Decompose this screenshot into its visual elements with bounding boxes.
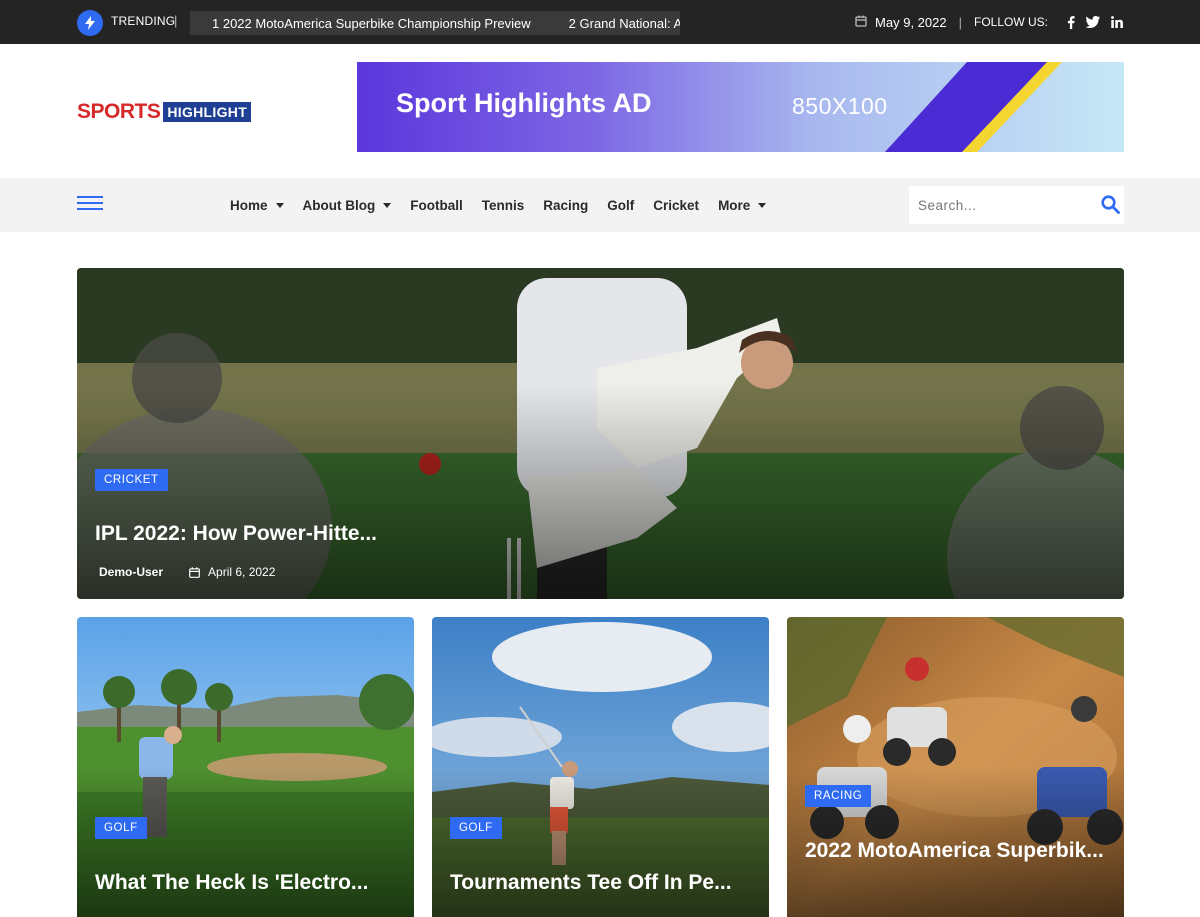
nav-item-about-blog[interactable]: About Blog xyxy=(303,198,392,213)
post-card[interactable]: RACING 2022 MotoAmerica Superbik... xyxy=(787,617,1124,917)
main-navbar: Home About Blog Football Tennis Racing G… xyxy=(0,178,1200,232)
nav-item-label: Racing xyxy=(543,197,589,213)
calendar-icon xyxy=(189,566,200,578)
trending-label: TRENDING xyxy=(111,14,176,28)
ticker-item[interactable]: 1 2022 MotoAmerica Superbike Championshi… xyxy=(212,16,531,31)
divider: | xyxy=(174,13,178,28)
ticker-item[interactable]: 2 Grand National: A xyxy=(569,16,680,31)
hero-image xyxy=(77,268,1124,599)
post-title[interactable]: What The Heck Is 'Electro... xyxy=(95,867,405,898)
post-card[interactable]: GOLF What The Heck Is 'Electro... xyxy=(77,617,414,917)
nav-item-label: Home xyxy=(230,197,268,213)
nav-item-label: Tennis xyxy=(481,197,525,213)
post-date: April 6, 2022 xyxy=(208,565,276,579)
category-badge[interactable]: RACING xyxy=(805,785,872,807)
nav-item-label: Football xyxy=(410,197,463,213)
ad-size: 850X100 xyxy=(792,93,888,119)
twitter-icon[interactable] xyxy=(1086,16,1100,28)
search-input[interactable] xyxy=(909,187,1089,223)
post-image xyxy=(787,617,1124,917)
nav-item-more[interactable]: More xyxy=(718,197,767,213)
logo-text-sports: SPORTS xyxy=(77,100,161,123)
calendar-icon xyxy=(855,15,867,30)
site-logo[interactable]: SPORTS HIGHLIGHT xyxy=(77,100,252,124)
hero-post[interactable]: CRICKET IPL 2022: How Power-Hitte... Dem… xyxy=(77,268,1124,599)
nav-item-label: About Blog xyxy=(302,197,376,213)
bolt-icon xyxy=(77,10,103,36)
divider: | xyxy=(958,14,962,30)
linkedin-icon[interactable] xyxy=(1111,16,1123,28)
menu-icon[interactable] xyxy=(77,196,103,214)
main-nav: Home About Blog Football Tennis Racing G… xyxy=(230,178,785,232)
nav-item-label: Cricket xyxy=(653,197,700,213)
nav-item-tennis[interactable]: Tennis xyxy=(482,198,525,213)
post-title[interactable]: Tournaments Tee Off In Pe... xyxy=(450,867,760,898)
nav-item-racing[interactable]: Racing xyxy=(543,198,588,213)
chevron-down-icon xyxy=(275,202,284,208)
search-icon[interactable] xyxy=(1101,195,1120,219)
category-badge[interactable]: CRICKET xyxy=(95,469,168,491)
nav-item-label: More xyxy=(718,197,751,213)
category-badge[interactable]: GOLF xyxy=(450,817,502,839)
nav-item-label: Golf xyxy=(607,197,635,213)
trending-ticker: 1 2022 MotoAmerica Superbike Championshi… xyxy=(190,11,680,35)
ad-banner[interactable]: Sport Highlights AD 850X100 xyxy=(357,62,1124,152)
top-right-bar: May 9, 2022 | FOLLOW US: xyxy=(855,0,1123,44)
follow-label: FOLLOW US: xyxy=(973,15,1048,29)
post-title[interactable]: 2022 MotoAmerica Superbik... xyxy=(805,835,1115,866)
ad-title: Sport Highlights AD xyxy=(396,88,652,118)
post-author[interactable]: Demo-User xyxy=(99,565,163,579)
category-badge[interactable]: GOLF xyxy=(95,817,147,839)
hero-title[interactable]: IPL 2022: How Power-Hitte... xyxy=(95,522,377,546)
facebook-icon[interactable] xyxy=(1067,15,1075,29)
nav-item-home[interactable]: Home xyxy=(230,198,284,213)
logo-text-highlight: HIGHLIGHT xyxy=(163,102,252,122)
post-card[interactable]: GOLF Tournaments Tee Off In Pe... xyxy=(432,617,769,917)
nav-item-golf[interactable]: Golf xyxy=(607,198,634,213)
nav-item-football[interactable]: Football xyxy=(410,198,463,213)
search-box xyxy=(909,186,1124,224)
top-bar: TRENDING | 1 2022 MotoAmerica Superbike … xyxy=(0,0,1200,44)
chevron-down-icon xyxy=(383,202,392,208)
current-date: May 9, 2022 xyxy=(875,14,947,30)
chevron-down-icon xyxy=(758,202,767,208)
nav-item-cricket[interactable]: Cricket xyxy=(653,198,699,213)
post-meta: Demo-User April 6, 2022 xyxy=(99,565,275,579)
